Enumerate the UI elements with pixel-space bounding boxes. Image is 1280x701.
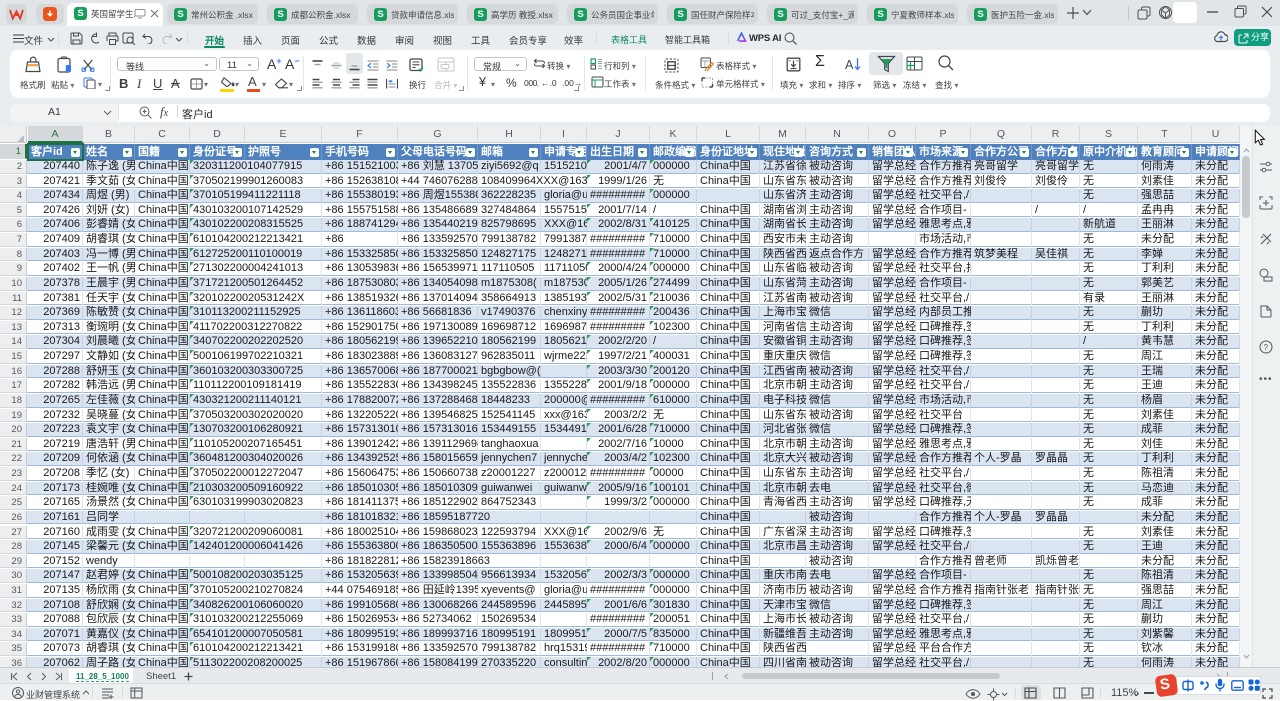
svg-text:◂▸: ◂▸ [388, 79, 394, 85]
svg-text:?: ? [1264, 343, 1269, 352]
svg-text:A: A [845, 58, 854, 72]
